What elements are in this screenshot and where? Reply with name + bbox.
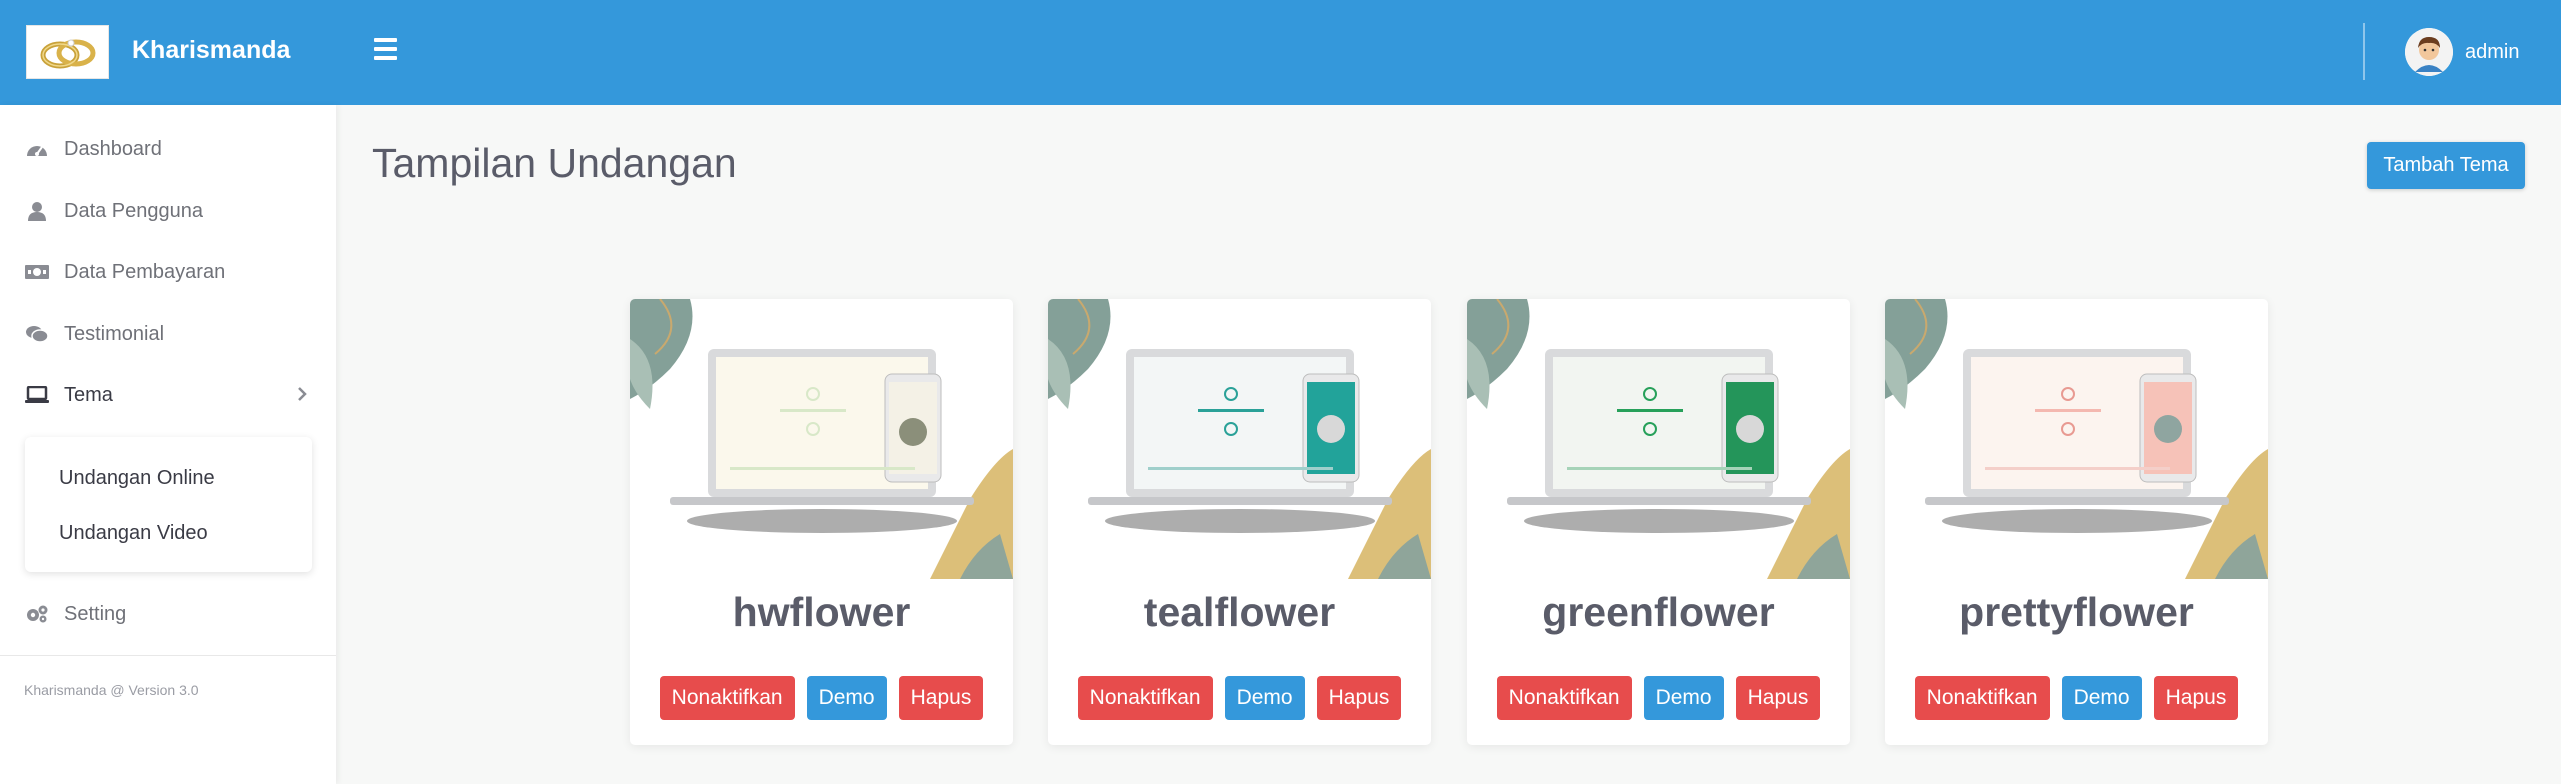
sidebar-item-data-pengguna[interactable]: Data Pengguna: [0, 185, 336, 237]
sidebar-item-label: Dashboard: [64, 137, 162, 160]
user-name[interactable]: admin: [2465, 41, 2519, 64]
cogs-icon: [25, 604, 49, 624]
theme-preview-image: [1885, 299, 2268, 579]
money-icon: [25, 262, 49, 282]
deactivate-button[interactable]: Nonaktifkan: [659, 676, 795, 720]
hamburger-icon[interactable]: [374, 38, 404, 66]
demo-button[interactable]: Demo: [1643, 676, 1724, 720]
theme-card: greenflower Nonaktifkan Demo Hapus: [1467, 299, 1850, 745]
theme-actions: Nonaktifkan Demo Hapus: [1885, 676, 2268, 720]
version-text: Kharismanda @ Version 3.0: [24, 682, 199, 698]
theme-card: prettyflower Nonaktifkan Demo Hapus: [1885, 299, 2268, 745]
deactivate-button[interactable]: Nonaktifkan: [1914, 676, 2050, 720]
demo-button[interactable]: Demo: [1224, 676, 1305, 720]
theme-actions: Nonaktifkan Demo Hapus: [1467, 676, 1850, 720]
delete-button[interactable]: Hapus: [1735, 676, 1821, 720]
topbar-divider: [2363, 23, 2365, 80]
theme-name: greenflower: [1542, 589, 1775, 635]
user-icon: [25, 201, 49, 221]
user-avatar[interactable]: [2405, 28, 2453, 76]
wedding-rings-icon: [40, 39, 96, 69]
theme-name: hwflower: [732, 589, 911, 635]
sidebar-item-label: Data Pengguna: [64, 199, 204, 222]
avatar-icon: [2405, 28, 2453, 76]
sidebar-item-label: Data Pembayaran: [64, 260, 226, 283]
submenu-item-undangan-video[interactable]: Undangan Video: [59, 522, 208, 545]
theme-actions: Nonaktifkan Demo Hapus: [630, 676, 1013, 720]
delete-button[interactable]: Hapus: [1316, 676, 1402, 720]
demo-button[interactable]: Demo: [806, 676, 887, 720]
sidebar-divider: [0, 655, 336, 656]
comments-icon: [25, 324, 49, 344]
theme-card: hwflower Nonaktifkan Demo Hapus: [630, 299, 1013, 745]
theme-name: tealflower: [1143, 589, 1336, 635]
sidebar-item-setting[interactable]: Setting: [0, 588, 336, 640]
demo-button[interactable]: Demo: [2061, 676, 2142, 720]
add-theme-button[interactable]: Tambah Tema: [2367, 142, 2525, 189]
deactivate-button[interactable]: Nonaktifkan: [1077, 676, 1213, 720]
sidebar-item-testimonial[interactable]: Testimonial: [0, 308, 336, 360]
theme-preview-image: [1467, 299, 1850, 579]
laptop-icon: [25, 385, 49, 405]
brand-logo[interactable]: [26, 25, 109, 79]
theme-card: tealflower Nonaktifkan Demo Hapus: [1048, 299, 1431, 745]
page-title: Tampilan Undangan: [372, 140, 737, 186]
sidebar-item-data-pembayaran[interactable]: Data Pembayaran: [0, 246, 336, 298]
tema-submenu: Undangan Online Undangan Video: [25, 437, 312, 572]
chevron-right-icon: [296, 385, 308, 408]
sidebar-item-dashboard[interactable]: Dashboard: [0, 123, 336, 175]
theme-preview-image: [630, 299, 1013, 579]
theme-name: prettyflower: [1959, 589, 2194, 635]
submenu-item-undangan-online[interactable]: Undangan Online: [59, 467, 215, 490]
sidebar-item-label: Setting: [64, 602, 127, 625]
deactivate-button[interactable]: Nonaktifkan: [1496, 676, 1632, 720]
sidebar: Dashboard Data Pengguna Data Pembayaran …: [0, 105, 336, 784]
theme-preview-image: [1048, 299, 1431, 579]
delete-button[interactable]: Hapus: [898, 676, 984, 720]
sidebar-item-tema[interactable]: Tema: [0, 369, 336, 421]
dashboard-icon: [25, 139, 49, 159]
brand-name[interactable]: Kharismanda: [132, 36, 290, 65]
sidebar-item-label: Tema: [64, 383, 113, 406]
top-navbar: Kharismanda admin: [0, 0, 2561, 105]
theme-actions: Nonaktifkan Demo Hapus: [1048, 676, 1431, 720]
delete-button[interactable]: Hapus: [2153, 676, 2239, 720]
sidebar-item-label: Testimonial: [64, 322, 165, 345]
